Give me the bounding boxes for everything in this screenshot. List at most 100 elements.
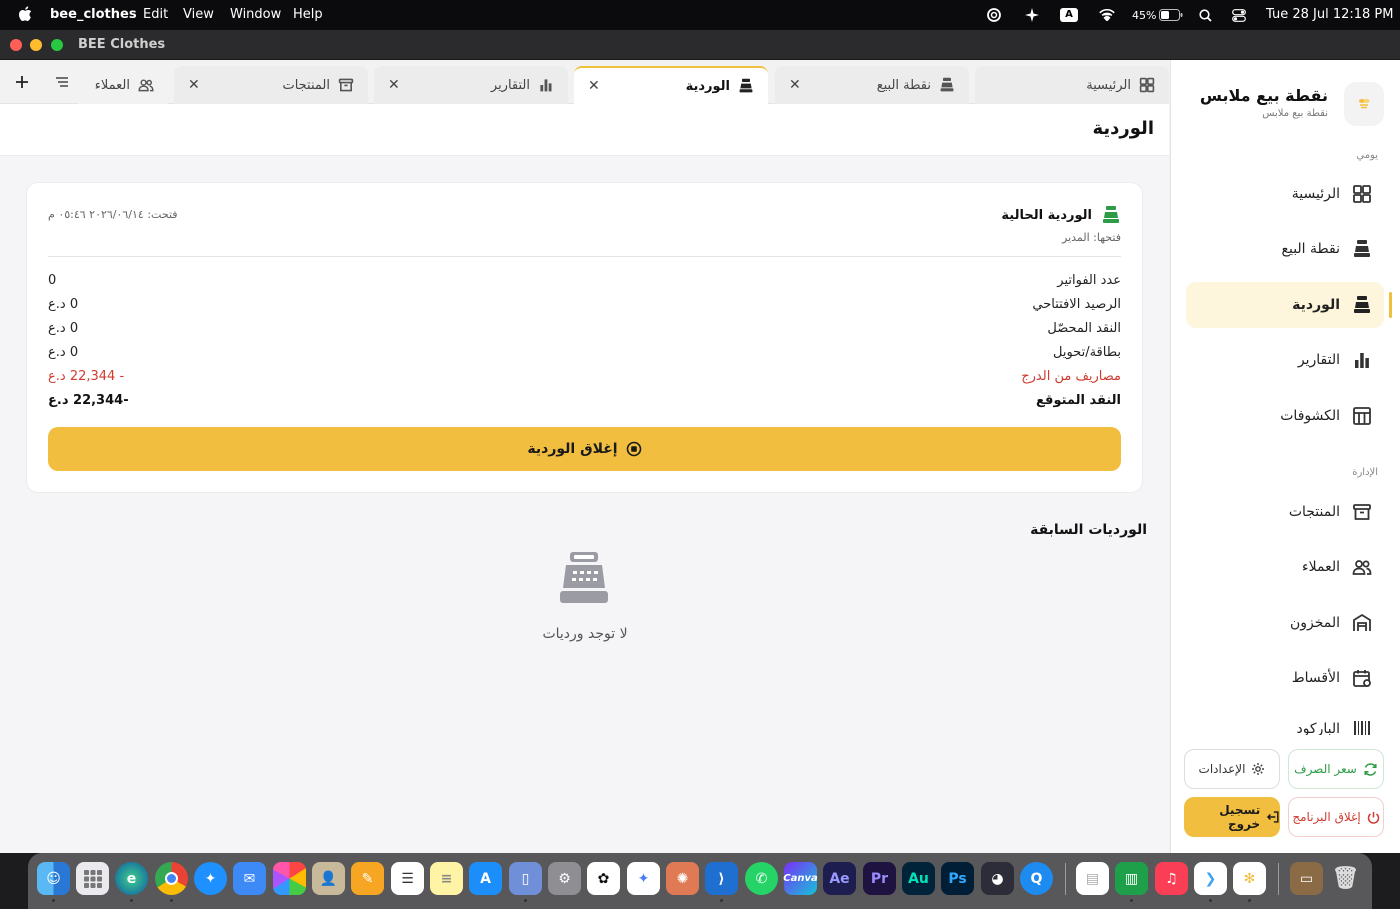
sidebar-item-label: الرئيسية — [1291, 186, 1340, 202]
row-value: 0 — [48, 273, 57, 288]
archive-icon — [1353, 504, 1371, 520]
reminders-icon[interactable]: ☰ — [391, 862, 424, 895]
sidebar-item-label: المنتجات — [1288, 504, 1340, 520]
tab-close-icon[interactable]: ✕ — [188, 77, 200, 93]
tab-label: المنتجات — [282, 77, 330, 93]
premiere-pro-icon[interactable]: Pr — [863, 862, 896, 895]
sidebar-item-label: التقارير — [1297, 352, 1340, 368]
shift-row-opening-balance: الرصيد الافتتاحي 0 د.ع — [48, 297, 1121, 319]
sidebar-item-barcode[interactable]: الباركود — [1186, 711, 1384, 735]
tab-products[interactable]: المنتجات ✕ — [174, 66, 368, 104]
window-close-button[interactable] — [10, 39, 22, 51]
sidebar-item-pos[interactable]: نقطة البيع — [1186, 226, 1384, 272]
chrome-icon[interactable] — [155, 862, 188, 895]
close-app-button[interactable]: إغلاق البرنامج — [1288, 797, 1384, 837]
creative-cloud-icon[interactable] — [984, 5, 1004, 25]
davinci-resolve-icon[interactable]: ◕ — [981, 862, 1014, 895]
menu-app-name[interactable]: bee_clothes — [50, 7, 137, 22]
tab-reports[interactable]: التقارير ✕ — [374, 66, 568, 104]
photos-icon[interactable] — [273, 862, 306, 895]
sidebar-item-label: الوردية — [1292, 297, 1340, 313]
menu-help[interactable]: Help — [293, 7, 323, 22]
shift-opened-at: فتحت: ٢٠٢٦/٠٦/١٤ ٠٥:٤٦ م — [48, 208, 178, 221]
sidebar-item-installments[interactable]: الأقساط — [1186, 655, 1384, 701]
sidebar-item-reports[interactable]: التقارير — [1186, 337, 1384, 383]
page-title: الوردية — [1092, 118, 1155, 139]
sidebar-item-inventory[interactable]: المخزون — [1186, 600, 1384, 646]
cash-register-icon — [1354, 296, 1370, 313]
shift-row-cash-collected: النقد المحصّل 0 د.ع — [48, 321, 1121, 343]
tab-pos[interactable]: نقطة البيع ✕ — [775, 66, 969, 104]
trash-icon[interactable]: 🗑 — [1329, 862, 1362, 895]
wifi-icon[interactable] — [1097, 5, 1117, 25]
sidebar-item-customers[interactable]: العملاء — [1186, 544, 1384, 590]
tab-close-icon[interactable]: ✕ — [388, 77, 400, 93]
sparkle-icon[interactable] — [1022, 5, 1042, 25]
menu-window[interactable]: Window — [230, 7, 281, 22]
section-label-daily: يومي — [1356, 150, 1378, 161]
canva-icon[interactable]: Canva — [783, 862, 818, 895]
music-icon[interactable]: ♫ — [1155, 862, 1188, 895]
audition-icon[interactable]: Au — [902, 862, 935, 895]
logout-button[interactable]: تسجيل خروج — [1184, 797, 1280, 837]
close-shift-button[interactable]: إغلاق الوردية — [48, 427, 1121, 471]
after-effects-icon[interactable]: Ae — [823, 862, 856, 895]
spotlight-search-icon[interactable] — [1196, 5, 1214, 25]
window-zoom-button[interactable] — [51, 39, 63, 51]
control-center-icon[interactable] — [1230, 5, 1248, 25]
barcode-icon — [1354, 721, 1370, 735]
tab-list-icon[interactable] — [52, 72, 72, 92]
edge-icon[interactable]: e — [115, 862, 148, 895]
bar-chart-icon — [540, 79, 552, 92]
add-tab-icon[interactable] — [12, 72, 32, 92]
whatsapp-icon[interactable]: ✆ — [745, 862, 778, 895]
chatgpt-icon[interactable]: ✿ — [587, 862, 620, 895]
sidebar-item-statements[interactable]: الكشوفات — [1186, 393, 1384, 439]
system-settings-icon[interactable]: ⚙ — [548, 862, 581, 895]
tab-close-icon[interactable]: ✕ — [588, 78, 600, 94]
sidebar-item-products[interactable]: المنتجات — [1186, 489, 1384, 535]
exchange-rate-button[interactable]: سعر الصرف — [1288, 749, 1384, 789]
battery-icon[interactable] — [1158, 5, 1184, 25]
shift-row-drawer-expenses: مصاريف من الدرج - 22,344 د.ع — [48, 369, 1121, 391]
contacts-icon[interactable]: 👤 — [312, 862, 345, 895]
gemini-icon[interactable]: ✦ — [627, 862, 660, 895]
bee-clothes-icon[interactable]: ✻ — [1233, 862, 1266, 895]
keyboard-input-icon[interactable]: A — [1059, 5, 1079, 25]
sidebar-item-shift[interactable]: الوردية — [1186, 282, 1392, 328]
quicktime-icon[interactable]: Q — [1020, 862, 1053, 895]
mail-icon[interactable]: ✉ — [233, 862, 266, 895]
menu-view[interactable]: View — [183, 7, 214, 22]
menu-edit[interactable]: Edit — [143, 7, 168, 22]
users-icon — [138, 79, 154, 92]
menu-clock[interactable]: Tue 28 Jul 12:18 PM — [1266, 7, 1393, 22]
numbers-icon[interactable]: ▥ — [1115, 862, 1148, 895]
finder-icon[interactable]: ☺ — [37, 862, 70, 895]
window-title: BEE Clothes — [78, 37, 166, 52]
window-minimize-button[interactable] — [30, 39, 42, 51]
claude-icon[interactable]: ✺ — [666, 862, 699, 895]
freeform-icon[interactable]: ▤ — [1076, 862, 1109, 895]
window-title-bar: BEE Clothes — [0, 30, 1400, 60]
vscode-icon[interactable]: ⟩ — [705, 862, 738, 895]
notes-icon[interactable]: ≡ — [430, 862, 463, 895]
launchpad-icon[interactable] — [76, 862, 109, 895]
app-store-icon[interactable]: A — [469, 862, 502, 895]
safari-icon[interactable]: ✦ — [194, 862, 227, 895]
row-value: 0 د.ع — [48, 321, 79, 336]
settings-button[interactable]: الإعدادات — [1184, 749, 1280, 789]
sidebar-item-home[interactable]: الرئيسية — [1186, 171, 1384, 217]
settings-label: الإعدادات — [1198, 762, 1246, 776]
photoshop-icon[interactable]: Ps — [941, 862, 974, 895]
sidebar-item-label: المخزون — [1289, 615, 1340, 631]
tab-customers[interactable]: العملاء — [78, 66, 168, 104]
flutter-icon[interactable]: ❯ — [1194, 862, 1227, 895]
tab-shift[interactable]: الوردية ✕ — [574, 66, 768, 104]
tab-home[interactable]: الرئيسية — [975, 66, 1169, 104]
archive-folder-icon[interactable]: ▭ — [1290, 862, 1323, 895]
tab-close-icon[interactable]: ✕ — [789, 77, 801, 93]
apple-icon[interactable] — [18, 6, 32, 22]
pages-icon[interactable]: ✎ — [351, 862, 384, 895]
simulator-icon[interactable]: ▯ — [509, 862, 542, 895]
brand-title: نقطة بيع ملابس — [1199, 86, 1328, 105]
